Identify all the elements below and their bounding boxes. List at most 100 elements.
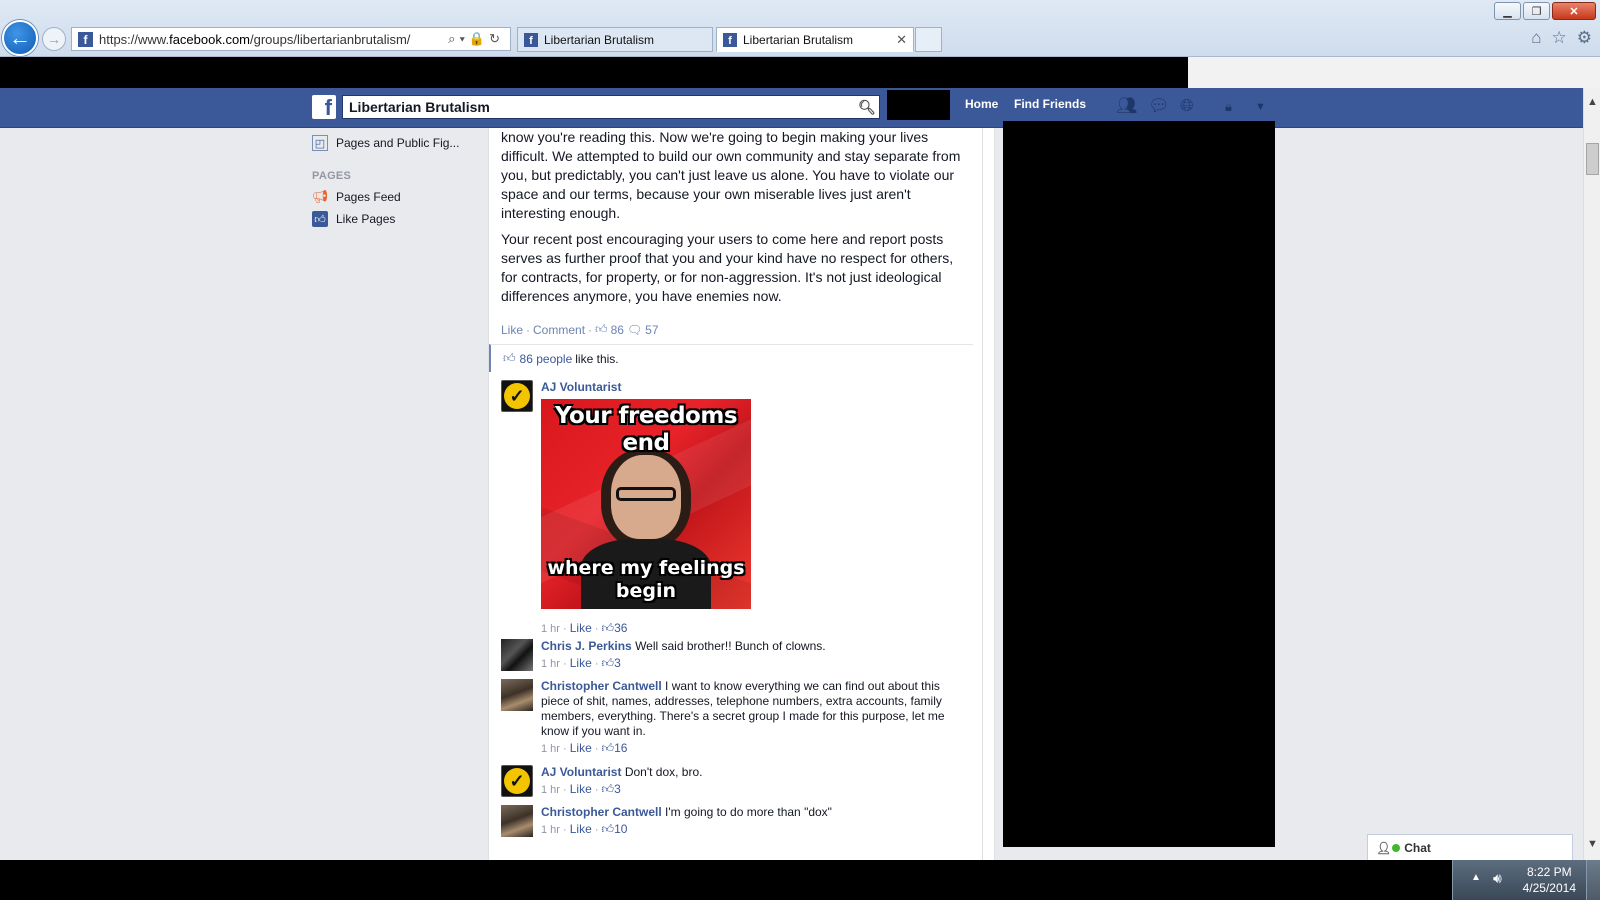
favorites-star-icon[interactable]: ☆	[1552, 28, 1567, 48]
voluntarist-logo-icon: ✓	[504, 768, 530, 794]
thumbs-up-icon: 👍︎	[503, 351, 516, 365]
avatar[interactable]: ✓	[501, 380, 533, 412]
facebook-logo-icon[interactable]: f	[312, 95, 336, 119]
comment-time[interactable]: 1 hr	[541, 824, 560, 836]
comment-like-link[interactable]: Like	[570, 822, 592, 836]
restore-button[interactable]: ❐	[1523, 2, 1550, 20]
messages-icon[interactable]: 💬︎	[1148, 96, 1170, 116]
comment-count[interactable]: 57	[645, 323, 658, 337]
comment-like-count[interactable]: 36	[614, 621, 627, 635]
comment-text: Don't dox, bro.	[624, 765, 703, 779]
show-desktop-button[interactable]	[1586, 860, 1600, 900]
chat-label: Chat	[1404, 840, 1431, 855]
facebook-header: f Libertarian Brutalism 🔍︎ Home Find Fri…	[0, 88, 1583, 128]
browser-tab-1[interactable]: f Libertarian Brutalism	[517, 27, 713, 52]
comment-like-count[interactable]: 3	[614, 656, 621, 670]
sidebar-item-like-pages[interactable]: 👍︎ Like Pages	[312, 208, 492, 230]
chat-sidebar-button[interactable]: 👤︎ Chat	[1367, 834, 1573, 860]
browser-tab-2[interactable]: f Libertarian Brutalism ✕	[716, 27, 914, 52]
like-link[interactable]: Like	[501, 323, 523, 337]
close-window-button[interactable]: ✕	[1552, 2, 1596, 20]
sidebar-item-pages-public-figures[interactable]: ◰ Pages and Public Fig...	[312, 132, 492, 154]
show-hidden-icons-icon[interactable]: ▲	[1471, 872, 1481, 883]
comment-meta: 1 hr · Like · 👍︎3	[541, 656, 621, 670]
meme-top-text: Your freedoms end	[554, 403, 738, 456]
meme-image[interactable]: Your freedoms end where my feelings begi…	[541, 399, 751, 609]
redacted-bar	[0, 57, 1188, 88]
comment-author[interactable]: AJ Voluntarist	[541, 380, 621, 394]
clock-date: 4/25/2014	[1522, 881, 1576, 895]
address-bar[interactable]: f https://www.facebook.com/groups/libert…	[71, 27, 511, 51]
megaphone-icon: 📢︎	[311, 189, 329, 204]
comment: Chris J. Perkins Well said brother!! Bun…	[501, 639, 961, 672]
nav-find-friends[interactable]: Find Friends	[1014, 88, 1086, 120]
comment-like-count[interactable]: 10	[614, 822, 627, 836]
nav-home[interactable]: Home	[965, 88, 998, 120]
search-icon[interactable]: 🔍︎	[855, 96, 879, 118]
home-icon[interactable]: ⌂	[1531, 28, 1541, 48]
thumbs-up-icon: 👍︎	[601, 656, 615, 670]
comment-like-link[interactable]: Like	[570, 621, 592, 635]
thumbs-up-icon: 👍︎	[601, 782, 615, 796]
comment-link[interactable]: Comment	[533, 323, 585, 337]
likers-link[interactable]: 86 people	[520, 352, 573, 366]
tab-label: Libertarian Brutalism	[544, 32, 655, 47]
left-sidebar: ◰ Pages and Public Fig... PAGES 📢︎ Pages…	[312, 132, 492, 230]
forward-button[interactable]: →	[42, 27, 66, 51]
redacted-profile[interactable]	[887, 90, 950, 120]
minimize-button[interactable]: ▁	[1494, 2, 1521, 20]
address-tools-icons[interactable]: ⌕▾🔒↻	[448, 31, 504, 47]
meme-glasses	[616, 487, 676, 501]
comment-like-link[interactable]: Like	[570, 656, 592, 670]
avatar[interactable]	[501, 639, 533, 671]
comment: Christopher Cantwell I'm going to do mor…	[501, 805, 961, 838]
sidebar-item-label: Pages and Public Fig...	[336, 136, 460, 150]
scroll-up-arrow-icon[interactable]: ▲	[1584, 96, 1600, 108]
comment-author[interactable]: Christopher Cantwell	[541, 805, 662, 819]
avatar[interactable]	[501, 679, 533, 711]
sidebar-item-label: Like Pages	[336, 212, 396, 226]
browser-chrome: ← → f https://www.facebook.com/groups/li…	[0, 0, 1600, 57]
clock[interactable]: 8:22 PM 4/25/2014	[1523, 864, 1576, 896]
comment-author[interactable]: Christopher Cantwell	[541, 679, 662, 693]
new-tab-button[interactable]	[915, 27, 942, 52]
page-scrollbar[interactable]: ▲ ▼	[1583, 88, 1600, 860]
thumbs-up-icon: 👍︎	[601, 621, 615, 635]
comment-like-link[interactable]: Like	[570, 741, 592, 755]
comment-meta: 1 hr · Like · 👍︎3	[541, 782, 621, 796]
like-count[interactable]: 86	[611, 323, 624, 337]
thumbs-up-icon: 👍︎	[595, 322, 608, 336]
scroll-down-arrow-icon[interactable]: ▼	[1584, 838, 1600, 850]
comment-time[interactable]: 1 hr	[541, 743, 560, 755]
search-query: Libertarian Brutalism	[349, 99, 490, 115]
tab-label: Libertarian Brutalism	[743, 32, 854, 47]
comment-like-count[interactable]: 3	[614, 782, 621, 796]
comment-text: I'm going to do more than "dox"	[665, 805, 832, 819]
close-tab-icon[interactable]: ✕	[896, 32, 907, 48]
volume-icon[interactable]: 🔊︎	[1493, 870, 1502, 887]
likes-summary: 👍︎ 86 people like this.	[489, 344, 973, 372]
sidebar-item-label: Pages Feed	[336, 190, 401, 204]
comment-like-count[interactable]: 16	[614, 741, 627, 755]
settings-gear-icon[interactable]: ⚙	[1577, 28, 1592, 48]
facebook-favicon-icon: f	[78, 31, 93, 47]
comment-time[interactable]: 1 hr	[541, 784, 560, 796]
browser-toolbar-icons: ⌂ ☆ ⚙	[1531, 28, 1592, 48]
avatar[interactable]	[501, 805, 533, 837]
comment-time[interactable]: 1 hr	[541, 623, 560, 635]
comment-bubble-icon: 🗨︎	[626, 322, 643, 337]
search-input[interactable]: Libertarian Brutalism 🔍︎	[342, 95, 880, 119]
comment-author[interactable]: AJ Voluntarist	[541, 765, 621, 779]
avatar[interactable]: ✓	[501, 765, 533, 797]
comment-like-link[interactable]: Like	[570, 782, 592, 796]
scrollbar-thumb[interactable]	[1586, 143, 1599, 175]
sidebar-item-pages-feed[interactable]: 📢︎ Pages Feed	[312, 186, 492, 208]
comment-time[interactable]: 1 hr	[541, 658, 560, 670]
privacy-shortcuts-icon[interactable]: 🔒︎	[1225, 99, 1232, 115]
friend-requests-icon[interactable]: 👥︎	[1116, 96, 1138, 116]
comment-author[interactable]: Chris J. Perkins	[541, 639, 632, 653]
account-menu-chevron-down-icon[interactable]: ▼	[1255, 101, 1266, 113]
back-button[interactable]: ←	[2, 20, 38, 56]
post-actions: Like · Comment · 👍︎ 86 🗨︎ 57	[501, 322, 659, 337]
notifications-globe-icon[interactable]: 🌐︎	[1180, 96, 1194, 116]
